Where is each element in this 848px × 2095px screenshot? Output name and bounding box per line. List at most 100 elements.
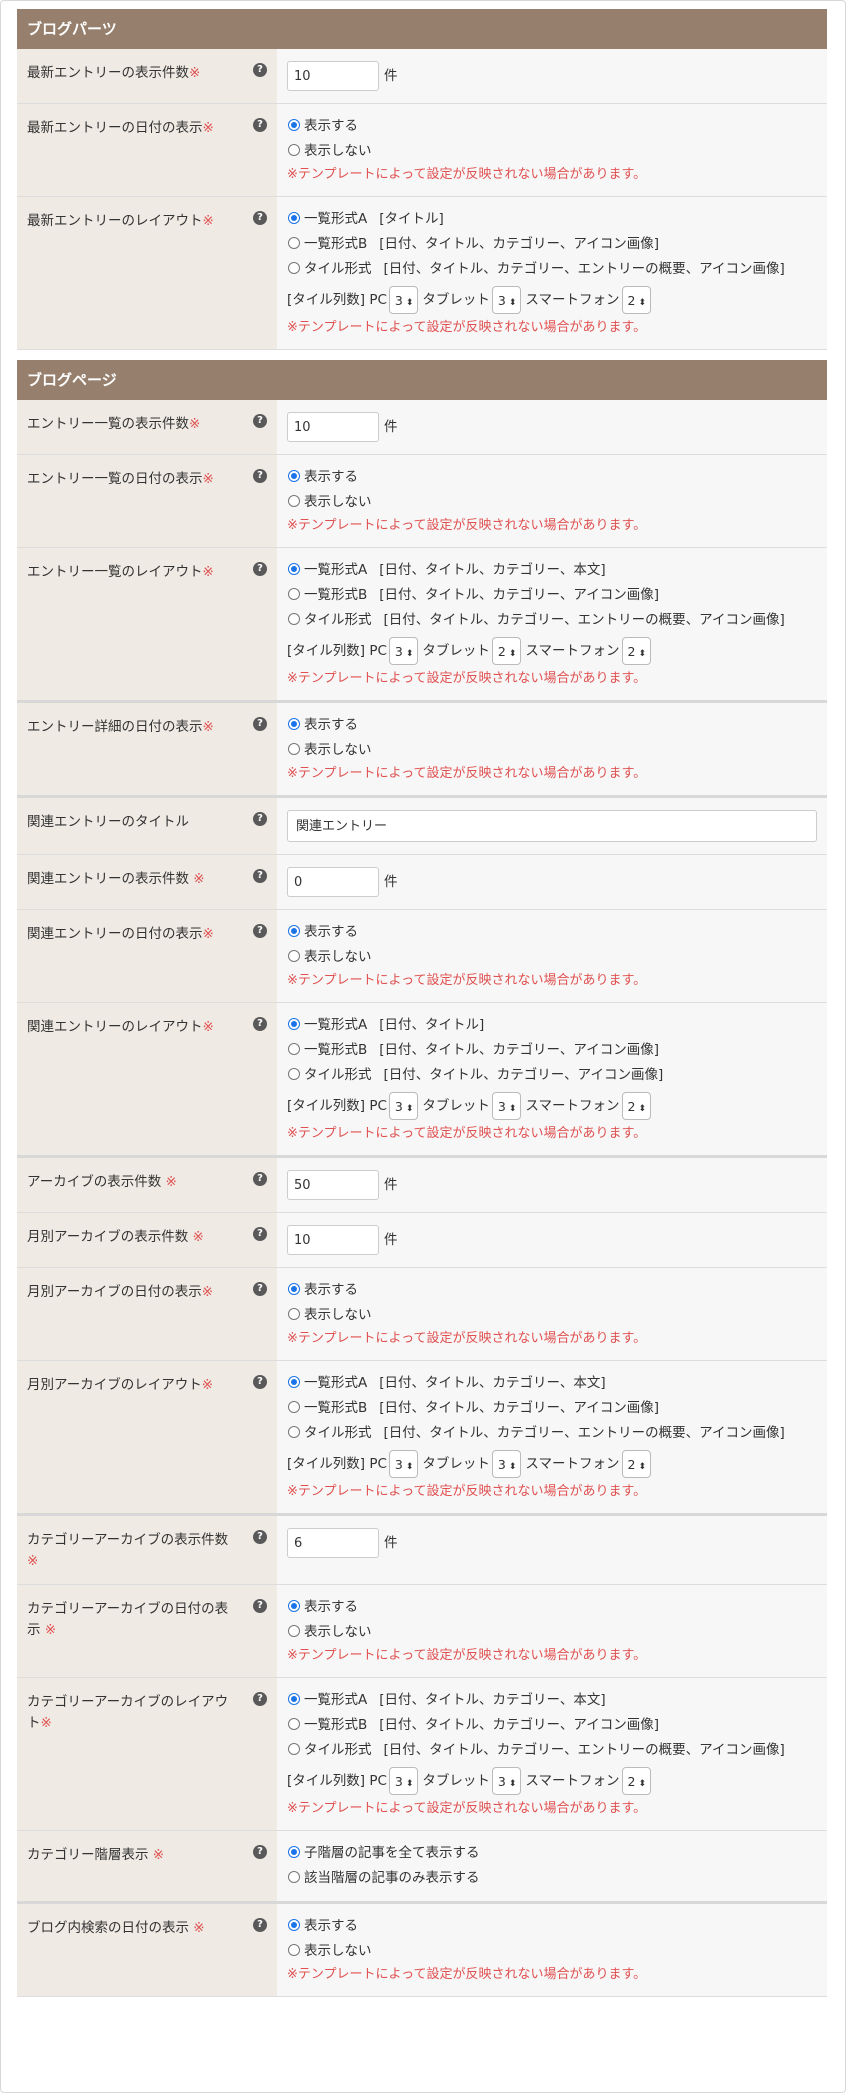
radio-checked-icon[interactable] bbox=[288, 119, 300, 131]
number-input[interactable]: 10 bbox=[287, 61, 379, 91]
tile-columns-select[interactable]: 3 ⬍ bbox=[388, 1092, 419, 1120]
tile-columns-select[interactable]: 3 ⬍ bbox=[491, 1092, 522, 1120]
radio-option[interactable]: 子階層の記事を全て表示する bbox=[287, 1841, 817, 1866]
number-input[interactable]: 6 bbox=[287, 1528, 379, 1558]
radio-checked-icon[interactable] bbox=[288, 470, 300, 482]
tile-columns-select[interactable]: 3 ⬍ bbox=[388, 286, 419, 314]
radio-option[interactable]: 表示しない bbox=[287, 945, 817, 970]
radio-checked-icon[interactable] bbox=[288, 925, 300, 937]
radio-unchecked-icon[interactable] bbox=[288, 1043, 300, 1055]
question-circle-icon[interactable]: ? bbox=[253, 1172, 267, 1186]
radio-unchecked-icon[interactable] bbox=[288, 613, 300, 625]
radio-unchecked-icon[interactable] bbox=[288, 1308, 300, 1320]
radio-unchecked-icon[interactable] bbox=[288, 1068, 300, 1080]
radio-checked-icon[interactable] bbox=[288, 1376, 300, 1388]
radio-unchecked-icon[interactable] bbox=[288, 1871, 300, 1883]
question-circle-icon[interactable]: ? bbox=[253, 1599, 267, 1613]
question-circle-icon[interactable]: ? bbox=[253, 63, 267, 77]
radio-option[interactable]: 表示しない bbox=[287, 1620, 817, 1645]
number-input[interactable]: 10 bbox=[287, 1225, 379, 1255]
question-circle-icon[interactable]: ? bbox=[253, 1530, 267, 1544]
radio-checked-icon[interactable] bbox=[288, 1846, 300, 1858]
tile-columns-select[interactable]: 3 ⬍ bbox=[388, 637, 419, 665]
question-circle-icon[interactable]: ? bbox=[253, 869, 267, 883]
radio-checked-icon[interactable] bbox=[288, 212, 300, 224]
radio-unchecked-icon[interactable] bbox=[288, 1401, 300, 1413]
question-circle-icon[interactable]: ? bbox=[253, 1692, 267, 1706]
question-circle-icon[interactable]: ? bbox=[253, 211, 267, 225]
radio-unchecked-icon[interactable] bbox=[288, 1944, 300, 1956]
tile-columns-select[interactable]: 2 ⬍ bbox=[621, 637, 652, 665]
radio-option[interactable]: 表示する bbox=[287, 114, 817, 139]
radio-unchecked-icon[interactable] bbox=[288, 1743, 300, 1755]
radio-option[interactable]: 表示する bbox=[287, 1278, 817, 1303]
radio-option[interactable]: 表示する bbox=[287, 713, 817, 738]
question-circle-icon[interactable]: ? bbox=[253, 118, 267, 132]
radio-option[interactable]: 一覧形式A [日付、タイトル、カテゴリー、本文] bbox=[287, 558, 817, 583]
radio-option[interactable]: タイル形式 [日付、タイトル、カテゴリー、アイコン画像] bbox=[287, 1063, 817, 1088]
number-input[interactable]: 0 bbox=[287, 867, 379, 897]
radio-option[interactable]: タイル形式 [日付、タイトル、カテゴリー、エントリーの概要、アイコン画像] bbox=[287, 1738, 817, 1763]
radio-checked-icon[interactable] bbox=[288, 1919, 300, 1931]
radio-checked-icon[interactable] bbox=[288, 718, 300, 730]
radio-unchecked-icon[interactable] bbox=[288, 950, 300, 962]
radio-option[interactable]: 表示しない bbox=[287, 1303, 817, 1328]
question-circle-icon[interactable]: ? bbox=[253, 1227, 267, 1241]
tile-columns-select[interactable]: 2 ⬍ bbox=[621, 286, 652, 314]
radio-unchecked-icon[interactable] bbox=[288, 1625, 300, 1637]
tile-columns-select[interactable]: 3 ⬍ bbox=[388, 1767, 419, 1795]
tile-columns-select[interactable]: 3 ⬍ bbox=[491, 286, 522, 314]
radio-checked-icon[interactable] bbox=[288, 1600, 300, 1612]
radio-option[interactable]: 表示する bbox=[287, 920, 817, 945]
radio-option[interactable]: タイル形式 [日付、タイトル、カテゴリー、エントリーの概要、アイコン画像] bbox=[287, 608, 817, 633]
radio-option[interactable]: 表示しない bbox=[287, 139, 817, 164]
radio-unchecked-icon[interactable] bbox=[288, 262, 300, 274]
tile-columns-select[interactable]: 3 ⬍ bbox=[491, 1450, 522, 1478]
question-circle-icon[interactable]: ? bbox=[253, 812, 267, 826]
radio-option[interactable]: 一覧形式A [日付、タイトル] bbox=[287, 1013, 817, 1038]
radio-checked-icon[interactable] bbox=[288, 563, 300, 575]
radio-unchecked-icon[interactable] bbox=[288, 1718, 300, 1730]
question-circle-icon[interactable]: ? bbox=[253, 1282, 267, 1296]
radio-option[interactable]: 表示しない bbox=[287, 738, 817, 763]
radio-unchecked-icon[interactable] bbox=[288, 237, 300, 249]
radio-unchecked-icon[interactable] bbox=[288, 144, 300, 156]
tile-columns-select[interactable]: 3 ⬍ bbox=[491, 1767, 522, 1795]
radio-option[interactable]: タイル形式 [日付、タイトル、カテゴリー、エントリーの概要、アイコン画像] bbox=[287, 1421, 817, 1446]
question-circle-icon[interactable]: ? bbox=[253, 414, 267, 428]
radio-checked-icon[interactable] bbox=[288, 1018, 300, 1030]
question-circle-icon[interactable]: ? bbox=[253, 1375, 267, 1389]
question-circle-icon[interactable]: ? bbox=[253, 924, 267, 938]
radio-checked-icon[interactable] bbox=[288, 1693, 300, 1705]
radio-unchecked-icon[interactable] bbox=[288, 743, 300, 755]
radio-unchecked-icon[interactable] bbox=[288, 495, 300, 507]
radio-option[interactable]: 一覧形式A [日付、タイトル、カテゴリー、本文] bbox=[287, 1371, 817, 1396]
text-input[interactable]: 関連エントリー bbox=[287, 810, 817, 842]
radio-option[interactable]: 該当階層の記事のみ表示する bbox=[287, 1866, 817, 1891]
radio-option[interactable]: 一覧形式B [日付、タイトル、カテゴリー、アイコン画像] bbox=[287, 1396, 817, 1421]
radio-option[interactable]: 一覧形式B [日付、タイトル、カテゴリー、アイコン画像] bbox=[287, 232, 817, 257]
question-circle-icon[interactable]: ? bbox=[253, 1845, 267, 1859]
number-input[interactable]: 10 bbox=[287, 412, 379, 442]
tile-columns-select[interactable]: 3 ⬍ bbox=[388, 1450, 419, 1478]
tile-columns-select[interactable]: 2 ⬍ bbox=[621, 1450, 652, 1478]
radio-option[interactable]: 表示する bbox=[287, 465, 817, 490]
radio-option[interactable]: タイル形式 [日付、タイトル、カテゴリー、エントリーの概要、アイコン画像] bbox=[287, 257, 817, 282]
radio-option[interactable]: 一覧形式A [タイトル] bbox=[287, 207, 817, 232]
tile-columns-select[interactable]: 2 ⬍ bbox=[621, 1092, 652, 1120]
question-circle-icon[interactable]: ? bbox=[253, 717, 267, 731]
question-circle-icon[interactable]: ? bbox=[253, 562, 267, 576]
radio-option[interactable]: 表示する bbox=[287, 1914, 817, 1939]
tile-columns-select[interactable]: 2 ⬍ bbox=[621, 1767, 652, 1795]
radio-option[interactable]: 一覧形式B [日付、タイトル、カテゴリー、アイコン画像] bbox=[287, 1713, 817, 1738]
radio-option[interactable]: 一覧形式A [日付、タイトル、カテゴリー、本文] bbox=[287, 1688, 817, 1713]
radio-option[interactable]: 一覧形式B [日付、タイトル、カテゴリー、アイコン画像] bbox=[287, 1038, 817, 1063]
radio-option[interactable]: 表示する bbox=[287, 1595, 817, 1620]
tile-columns-select[interactable]: 2 ⬍ bbox=[491, 637, 522, 665]
radio-unchecked-icon[interactable] bbox=[288, 588, 300, 600]
number-input[interactable]: 50 bbox=[287, 1170, 379, 1200]
radio-option[interactable]: 一覧形式B [日付、タイトル、カテゴリー、アイコン画像] bbox=[287, 583, 817, 608]
radio-option[interactable]: 表示しない bbox=[287, 490, 817, 515]
radio-checked-icon[interactable] bbox=[288, 1283, 300, 1295]
radio-option[interactable]: 表示しない bbox=[287, 1939, 817, 1964]
